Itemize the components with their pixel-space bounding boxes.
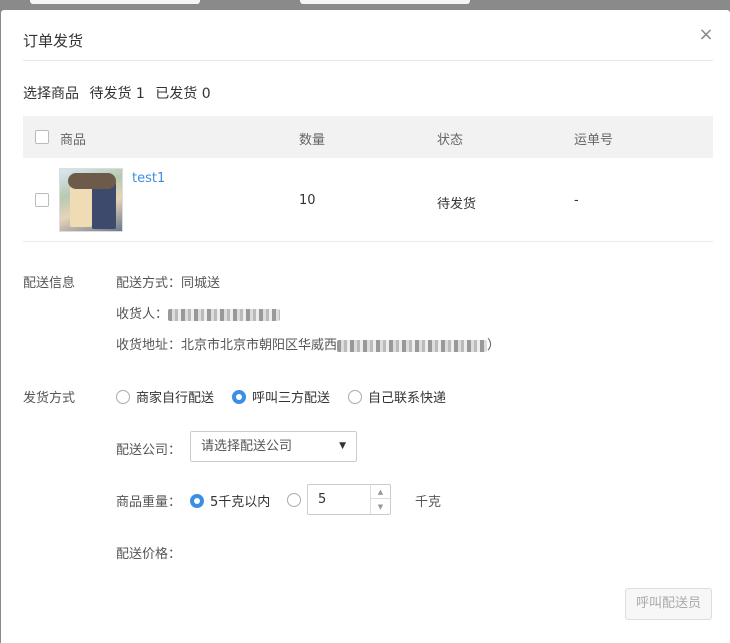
radio-circle[interactable]: [348, 390, 362, 404]
receiver-label: 收货人：: [116, 307, 169, 322]
delivery-method-value: 同城送: [181, 276, 221, 291]
header-status: 状态: [437, 133, 464, 148]
chevron-up-icon[interactable]: ▲: [371, 485, 390, 499]
delivery-company-label: 配送公司：: [116, 443, 182, 458]
dialog-title: 订单发货: [23, 32, 84, 50]
radio-third-party-delivery[interactable]: 呼叫三方配送: [232, 387, 330, 406]
background-field: [30, 0, 200, 4]
row-quantity: 10: [299, 193, 316, 208]
receiver-row: 收货人：: [116, 303, 281, 322]
delivery-company-select[interactable]: 请选择配送公司 ▼: [190, 431, 357, 462]
delivery-info-label: 配送信息: [23, 276, 76, 291]
weight-unit: 千克: [415, 495, 442, 510]
weight-number-input[interactable]: 5 ▲ ▼: [307, 484, 391, 515]
divider: [23, 60, 713, 61]
radio-weight-preset[interactable]: 5千克以内: [190, 491, 270, 510]
price-label: 配送价格：: [116, 547, 182, 562]
header-quantity: 数量: [299, 133, 326, 148]
goods-section-header: 选择商品 待发货 1 已发货 0: [23, 83, 217, 103]
close-icon[interactable]: ×: [697, 26, 715, 44]
radio-circle[interactable]: [116, 390, 130, 404]
weight-label: 商品重量：: [116, 495, 182, 510]
shipping-method-label: 发货方式: [23, 391, 76, 406]
row-checkbox[interactable]: [35, 193, 49, 207]
receiver-redacted: [168, 308, 281, 321]
delivery-company-placeholder: 请选择配送公司: [201, 439, 293, 454]
header-goods: 商品: [60, 133, 87, 148]
product-name-link[interactable]: test1: [132, 171, 165, 186]
header-tracking: 运单号: [574, 133, 614, 148]
delivery-method-row: 配送方式：同城送: [116, 272, 220, 291]
table-row: test1 10 待发货 -: [23, 158, 713, 242]
radio-own-express[interactable]: 自己联系快递: [348, 387, 446, 406]
goods-table-header: 商品 数量 状态 运单号: [23, 116, 713, 158]
weight-value: 5: [318, 492, 327, 507]
select-all-checkbox[interactable]: [35, 130, 49, 144]
product-thumbnail[interactable]: [59, 168, 123, 232]
address-row: 收货地址：北京市北京市朝阳区华威西 ）: [116, 334, 500, 353]
radio-self-delivery[interactable]: 商家自行配送: [116, 387, 214, 406]
radio-circle-selected[interactable]: [190, 494, 204, 508]
address-tail: ）: [487, 338, 501, 353]
ship-order-dialog: 订单发货 × 选择商品 待发货 1 已发货 0 商品 数量 状态 运单号 tes…: [1, 10, 730, 643]
address-label: 收货地址：: [116, 338, 182, 353]
delivery-method-label: 配送方式：: [116, 276, 182, 291]
goods-section-label: 选择商品: [23, 86, 79, 102]
dropdown-caret-icon: ▼: [339, 441, 346, 451]
shipped-count: 已发货 0: [155, 86, 211, 102]
radio-circle-selected[interactable]: [232, 390, 246, 404]
row-tracking: -: [574, 193, 579, 208]
row-status: 待发货: [437, 197, 477, 212]
chevron-down-icon[interactable]: ▼: [371, 500, 390, 514]
weight-stepper: ▲ ▼: [370, 485, 390, 514]
radio-weight-custom[interactable]: [287, 493, 301, 507]
address-value: 北京市北京市朝阳区华威西: [181, 338, 338, 353]
pending-count: 待发货 1: [89, 86, 145, 102]
call-courier-button[interactable]: 呼叫配送员: [625, 588, 712, 620]
background-field: [300, 0, 470, 4]
address-redacted: [337, 339, 488, 352]
